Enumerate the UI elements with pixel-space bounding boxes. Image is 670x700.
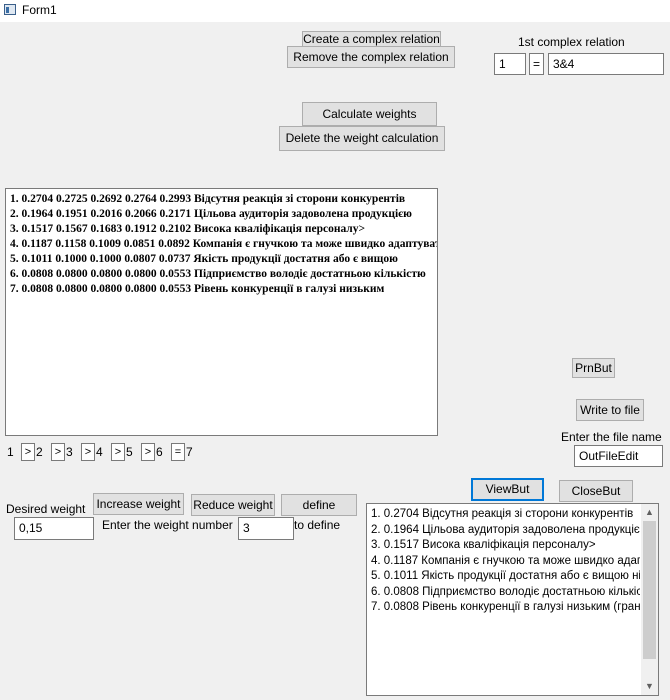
memo-row: 3. 0.1517 0.1567 0.1683 0.1912 0.2102 Ви… xyxy=(10,223,366,235)
list-item[interactable]: 1. 0.2704 Відсутня реакція зі сторони ко… xyxy=(371,507,640,523)
write-to-file-button[interactable]: Write to file xyxy=(576,399,644,421)
weights-memo[interactable]: 1. 0.2704 0.2725 0.2692 0.2764 0.2993 Ві… xyxy=(5,188,438,436)
chevron-down-icon[interactable]: ▼ xyxy=(641,678,658,695)
rank-operator-field[interactable]: > xyxy=(21,443,35,461)
desired-weight-input[interactable]: 0,15 xyxy=(14,517,94,540)
view-button[interactable]: ViewBut xyxy=(471,478,544,501)
close-button[interactable]: CloseBut xyxy=(559,480,633,502)
memo-row: 6. 0.0808 0.0800 0.0800 0.0800 0.0553 Пі… xyxy=(10,268,426,280)
memo-row: 2. 0.1964 0.1951 0.2016 0.2066 0.2171 Ці… xyxy=(10,208,412,220)
rank-number: 4 xyxy=(96,445,103,459)
relation-left-field[interactable]: 1 xyxy=(494,53,526,75)
desired-weight-label: Desired weight xyxy=(6,502,86,516)
increase-weight-button[interactable]: Increase weight xyxy=(93,493,184,515)
chevron-up-icon[interactable]: ▲ xyxy=(641,504,658,521)
rank-number: 2 xyxy=(36,445,43,459)
memo-row: 4. 0.1187 0.1158 0.1009 0.0851 0.0892 Ко… xyxy=(10,238,438,250)
prn-button[interactable]: PrnBut xyxy=(572,358,615,378)
rank-operator-field[interactable]: > xyxy=(111,443,125,461)
rank-operator-field[interactable]: > xyxy=(141,443,155,461)
weight-number-label: Enter the weight number xyxy=(102,518,233,532)
reduce-weight-button[interactable]: Reduce weight xyxy=(191,494,275,516)
scroll-thumb[interactable] xyxy=(643,521,656,659)
list-item[interactable]: 6. 0.0808 Підприємство володіє достатньо… xyxy=(371,585,640,601)
window-title: Form1 xyxy=(22,3,57,17)
list-item[interactable]: 7. 0.0808 Рівень конкуренції в галузі ни… xyxy=(371,600,640,616)
list-scrollbar[interactable]: ▲ ▼ xyxy=(641,504,658,695)
complex-relation-label: 1st complex relation xyxy=(518,35,625,49)
memo-row: 5. 0.1011 0.1000 0.1000 0.0807 0.0737 Як… xyxy=(10,253,398,265)
define-button[interactable]: define xyxy=(281,494,357,516)
calculate-weights-button[interactable]: Calculate weights xyxy=(302,102,437,126)
relation-right-field[interactable]: 3&4 xyxy=(548,53,664,75)
delete-weight-calculation-button[interactable]: Delete the weight calculation xyxy=(279,126,445,151)
memo-row: 7. 0.0808 0.0800 0.0800 0.0800 0.0553 Рі… xyxy=(10,283,385,295)
ranking-strip: 1 > 2 > 3 > 4 > 5 > 6 = 7 xyxy=(0,443,210,463)
list-item[interactable]: 5. 0.1011 Якість продукції достатня або … xyxy=(371,569,640,585)
memo-row: 1. 0.2704 0.2725 0.2692 0.2764 0.2993 Ві… xyxy=(10,193,406,205)
file-name-label: Enter the file name xyxy=(561,430,662,444)
rank-number: 5 xyxy=(126,445,133,459)
file-name-input[interactable]: OutFileEdit xyxy=(574,445,663,467)
results-list[interactable]: 1. 0.2704 Відсутня реакція зі сторони ко… xyxy=(366,503,659,696)
rank-number: 3 xyxy=(66,445,73,459)
to-define-label: to define xyxy=(294,518,341,532)
rank-number: 7 xyxy=(186,445,193,459)
list-item[interactable]: 4. 0.1187 Компанія є гнучкою та може шви… xyxy=(371,554,640,570)
list-item[interactable]: 2. 0.1964 Цільова аудиторія задоволена п… xyxy=(371,523,640,539)
title-bar: Form1 xyxy=(0,0,670,22)
relation-operator-field[interactable]: = xyxy=(529,53,544,75)
form-window-icon xyxy=(4,4,16,15)
list-item[interactable]: 3. 0.1517 Висока кваліфікація персоналу> xyxy=(371,538,640,554)
rank-number: 6 xyxy=(156,445,163,459)
rank-number: 1 xyxy=(7,445,14,459)
weight-number-input[interactable]: 3 xyxy=(238,517,294,540)
rank-operator-field[interactable]: = xyxy=(171,443,185,461)
remove-complex-relation-button[interactable]: Remove the complex relation xyxy=(287,46,455,68)
rank-operator-field[interactable]: > xyxy=(81,443,95,461)
rank-operator-field[interactable]: > xyxy=(51,443,65,461)
